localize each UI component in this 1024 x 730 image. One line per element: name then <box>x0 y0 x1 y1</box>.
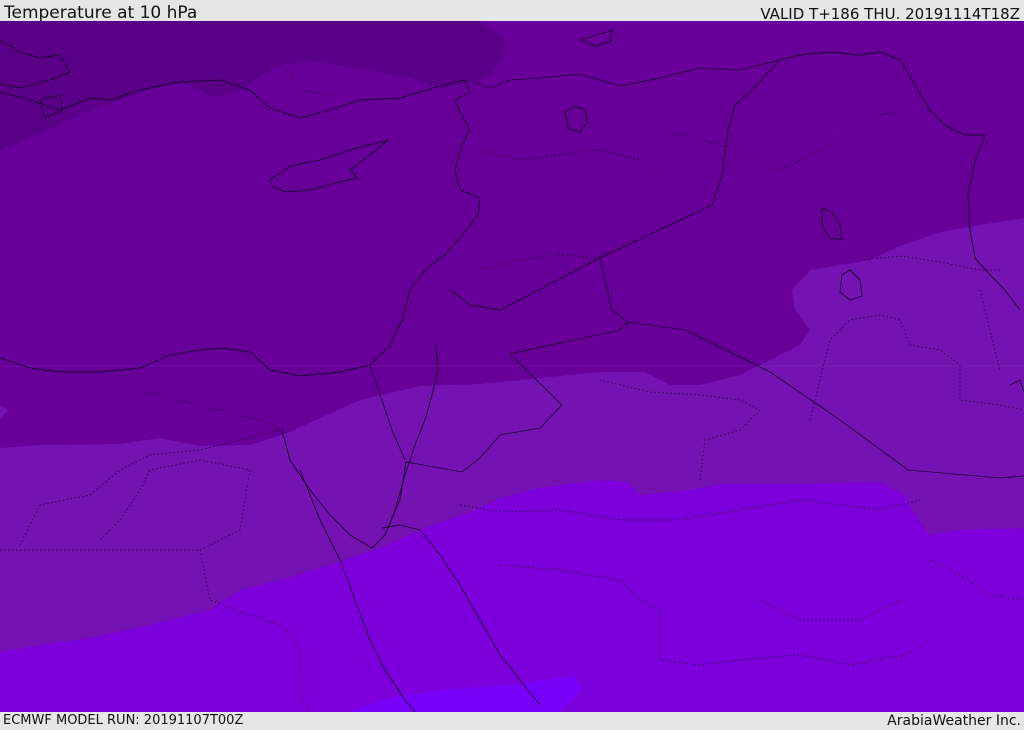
footer-bar: ECMWF MODEL RUN: 20191107T00Z ArabiaWeat… <box>0 712 1024 729</box>
map-canvas <box>0 21 1024 712</box>
model-run-label: ECMWF MODEL RUN: 20191107T00Z <box>3 713 244 728</box>
header-bar: Temperature at 10 hPa VALID T+186 THU. 2… <box>0 0 1024 23</box>
credit-label: ArabiaWeather Inc. <box>887 713 1021 729</box>
temperature-map[interactable] <box>0 21 1024 712</box>
